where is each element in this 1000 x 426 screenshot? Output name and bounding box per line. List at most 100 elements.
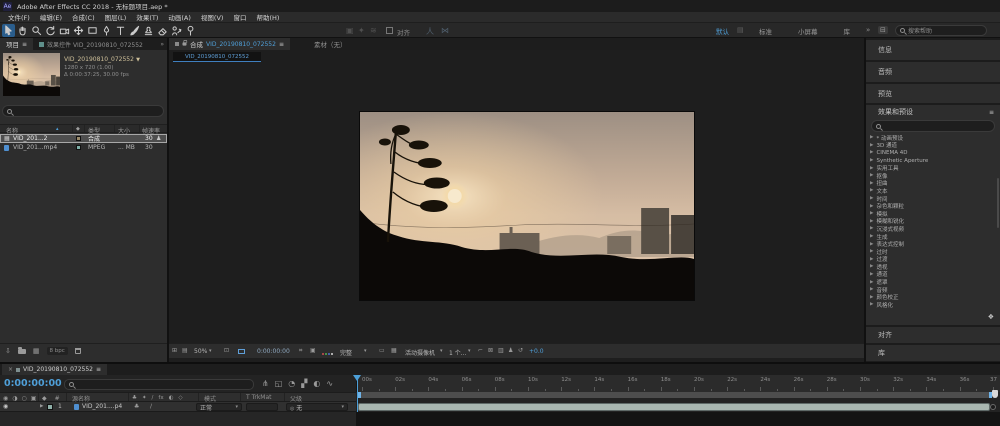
shy-icon[interactable]: ♣ (132, 395, 137, 401)
timeline-tab[interactable]: × VID_20190810_072552 ≡ (2, 364, 107, 375)
timeline-button-icon[interactable]: ▥ (498, 347, 504, 354)
motion-blur-icon[interactable]: ◐ (313, 379, 320, 388)
expand-arrow-icon[interactable]: ▶ (870, 234, 873, 239)
pickwhip-icon[interactable]: ◎ (290, 406, 294, 412)
layer-out-handle-icon[interactable] (990, 404, 996, 410)
expand-arrow-icon[interactable]: ▶ (870, 242, 873, 247)
layer-shy-icon[interactable]: ♣ (134, 403, 139, 410)
expand-arrow-icon[interactable]: ▶ (870, 280, 873, 285)
pixel-grid-icon[interactable]: ⊠ (488, 347, 493, 354)
label-column-icon[interactable]: ◆ (76, 126, 80, 132)
unified-camera-tool-icon[interactable] (58, 24, 71, 37)
paint-panel-icon[interactable]: ✦ (358, 26, 365, 35)
expand-arrow-icon[interactable]: ▶ (870, 166, 873, 171)
solo-icon[interactable]: ○ (22, 395, 27, 402)
project-list-header[interactable]: 名称 ▴ ◆ 类型 大小 帧速率 (0, 124, 167, 133)
layer-trkmat-field[interactable] (246, 403, 278, 411)
playhead-line[interactable] (357, 375, 358, 412)
workspace-overflow[interactable]: » (866, 26, 870, 34)
snap-checkbox[interactable] (386, 27, 393, 34)
new-composition-icon[interactable]: ▦ (33, 347, 40, 355)
region-icon[interactable]: ▭ (379, 347, 385, 354)
adjustment-icon[interactable]: ◐ (169, 395, 174, 401)
brush-tool-icon[interactable] (128, 24, 141, 37)
work-area-bar[interactable] (358, 392, 992, 398)
fx-icon[interactable]: fx (158, 395, 163, 401)
expand-arrow-icon[interactable]: ▶ (870, 219, 873, 224)
camera-caret-icon[interactable]: ▾ (440, 348, 443, 354)
lock-viewer-icon[interactable] (183, 42, 187, 45)
timeline-panel-menu-icon[interactable]: ≡ (96, 366, 101, 373)
eraser-tool-icon[interactable] (156, 24, 169, 37)
effects-category-row[interactable]: ▶3D 通道 (866, 142, 1000, 150)
panel-library[interactable]: 库 (866, 345, 1000, 361)
tab-project[interactable]: 项目 ≡ (0, 38, 33, 50)
workspace-item[interactable]: 小屏幕 (794, 26, 822, 36)
layer-quality-icon[interactable]: ∕ (150, 403, 152, 410)
camera-track-tool-icon[interactable]: ▣ (346, 26, 354, 35)
expand-arrow-icon[interactable]: ▶ (870, 264, 873, 269)
close-tab-icon[interactable]: × (8, 366, 13, 373)
expand-arrow-icon[interactable]: ▶ (870, 196, 873, 201)
quality-icon[interactable]: ∕ (152, 395, 154, 401)
expand-arrow-icon[interactable]: ▶ (870, 295, 873, 300)
expand-arrow-icon[interactable]: ▶ (870, 188, 873, 193)
expand-arrow-icon[interactable]: ▶ (870, 143, 873, 148)
project-item-row[interactable]: VID_201...mp4MPEG... MB30 (0, 143, 167, 152)
tab-overflow[interactable]: » (160, 41, 164, 48)
layer-duration-bar[interactable] (358, 403, 990, 411)
new-animation-preset-icon[interactable]: ❖ (988, 313, 994, 321)
expand-arrow-icon[interactable]: ▶ (870, 150, 873, 155)
effects-scrollbar[interactable] (997, 178, 999, 228)
comp-current-time[interactable]: 0:00:00:00 (257, 348, 290, 355)
expand-arrow-icon[interactable]: ▶ (870, 158, 873, 163)
sync-settings-icon[interactable]: ⊟ (878, 26, 888, 34)
magnification-value[interactable]: 50% (194, 348, 207, 355)
composition-viewport[interactable] (360, 112, 694, 300)
roto-brush-tool-icon[interactable] (170, 24, 183, 37)
project-color-depth[interactable]: 8 bpc (47, 347, 68, 355)
type-tool-icon[interactable] (114, 24, 127, 37)
resolution-caret-icon[interactable]: ▾ (364, 348, 367, 354)
layer-row[interactable]: ◉ ▶ 1 VID_201....p4 ♣ ∕ 正常 ▾ ◎ 无 ▾ (0, 402, 356, 412)
preview-item-name[interactable]: VID_20190810_072552 (64, 56, 134, 63)
pen-tool-icon[interactable] (100, 24, 113, 37)
zoom-tool-icon[interactable] (30, 24, 43, 37)
panel-menu-icon[interactable]: ≡ (22, 41, 27, 48)
expand-arrow-icon[interactable]: ▶ (870, 204, 873, 209)
interpret-footage-icon[interactable]: ⇩ (5, 347, 11, 355)
workspace-item[interactable]: 标准 (755, 26, 776, 36)
frame-blending-icon[interactable]: ▞ (301, 379, 307, 388)
work-area-start-handle[interactable] (358, 392, 361, 398)
hash-icon[interactable]: # (55, 395, 60, 402)
sort-ascending-icon[interactable]: ▴ (56, 126, 59, 132)
layer-mode-dropdown[interactable]: 正常 ▾ (196, 403, 242, 411)
effects-panel-title[interactable]: 效果和预设 (878, 107, 913, 117)
new-folder-icon[interactable] (18, 349, 26, 354)
audio-icon[interactable]: ◑ (12, 395, 17, 402)
workspace-active[interactable]: 默认 (712, 26, 733, 36)
3d-icon[interactable]: ◇ (178, 395, 182, 401)
layer-eye-icon[interactable]: ◉ (3, 403, 8, 410)
flowchart-button-icon[interactable]: ♟ (508, 347, 513, 354)
tab-footage[interactable]: 素材（无） (314, 39, 347, 49)
timeline-search-field[interactable] (64, 379, 254, 390)
panel-info[interactable]: 信息 (866, 40, 1000, 60)
grid-guides-icon[interactable]: ⊡ (224, 347, 229, 354)
snap-option2-icon[interactable]: ⋈ (441, 26, 449, 35)
expand-arrow-icon[interactable]: ▶ (870, 211, 873, 216)
graph-editor-icon[interactable]: ∿ (326, 379, 333, 388)
clone-stamp-tool-icon[interactable] (142, 24, 155, 37)
transparency-grid-icon[interactable]: ▦ (391, 347, 397, 354)
column-trkmat[interactable]: T TrkMat (246, 394, 272, 401)
layer-parent-dropdown[interactable]: ◎ 无 ▾ (286, 403, 348, 411)
layer-name[interactable]: VID_201....p4 (82, 403, 122, 410)
label-swatch[interactable] (76, 145, 81, 150)
expand-arrow-icon[interactable]: ▶ (870, 287, 873, 292)
time-ruler[interactable]: 00s02s04s06s08s10s12s14s16s18s20s22s24s2… (356, 375, 1000, 392)
work-area-marker-icon[interactable] (992, 390, 998, 398)
region-of-interest-icon[interactable] (238, 349, 245, 354)
expand-arrow-icon[interactable]: ▶ (870, 302, 873, 307)
layer-label-swatch[interactable] (47, 404, 53, 410)
delete-icon[interactable] (75, 348, 81, 354)
